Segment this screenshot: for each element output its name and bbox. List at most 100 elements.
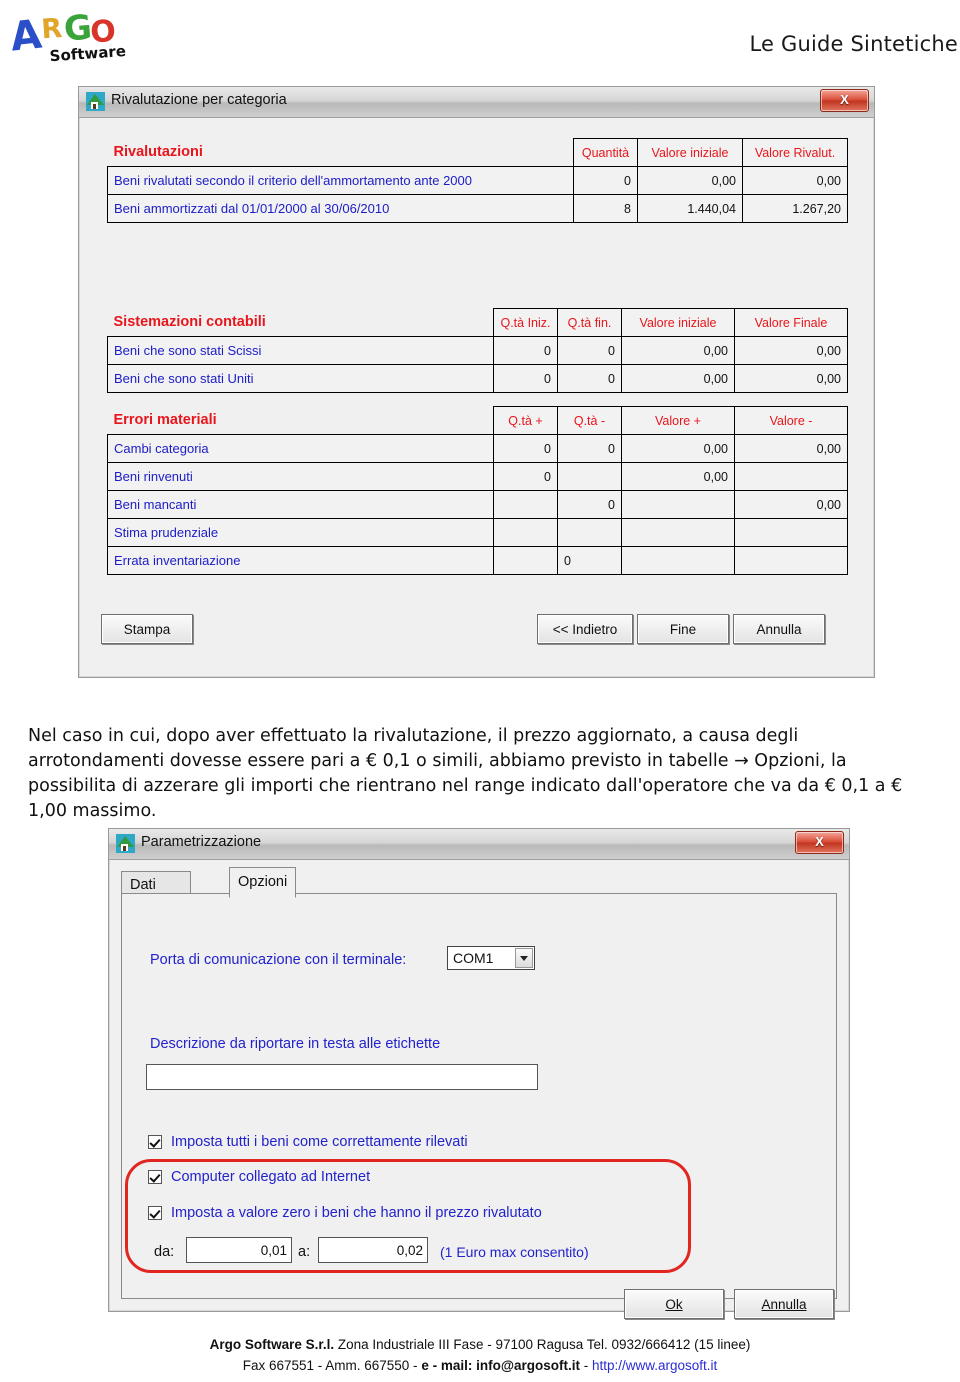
footer-url[interactable]: http://www.argosoft.it	[592, 1358, 717, 1373]
column-header: Q.tà fin.	[557, 308, 622, 337]
table-header-row: Errori materiali Q.tà + Q.tà - Valore + Valo…	[108, 406, 848, 435]
table-cell: 1.267,20	[742, 194, 848, 223]
row-label: Cambi categoria	[107, 434, 494, 463]
table-cell	[557, 518, 622, 547]
table-cell: 0	[557, 336, 622, 365]
checkbox-label-1: Imposta tutti i beni come correttamente …	[171, 1134, 468, 1150]
footer-dash: -	[579, 1358, 592, 1373]
footer-line-1: Argo Software S.r.l. Zona Industriale II…	[0, 1334, 960, 1355]
row-label: Beni rinvenuti	[107, 462, 494, 491]
tab-opzioni[interactable]: Opzioni	[229, 867, 297, 898]
table-cell: 0	[557, 490, 622, 519]
table-row[interactable]: Beni che sono stati Uniti 0 0 0,00 0,00	[107, 364, 848, 393]
svg-text:G: G	[62, 7, 93, 49]
column-header: Valore Rivalut.	[742, 138, 848, 167]
footer-line-2: Fax 667551 - Amm. 667550 - e - mail: inf…	[0, 1355, 960, 1376]
table-cell	[493, 546, 558, 575]
finish-button[interactable]: Fine	[637, 614, 729, 644]
footer-address: Zona Industriale III Fase - 97100 Ragusa…	[334, 1337, 751, 1352]
dialog2-body: Dati generali Opzioni Porta di comunicaz…	[109, 859, 849, 1319]
page-footer: Argo Software S.r.l. Zona Industriale II…	[0, 1334, 960, 1376]
row-label: Beni che sono stati Uniti	[107, 364, 494, 393]
table-cell: 0,00	[621, 364, 735, 393]
row-label: Stima prudenziale	[107, 518, 494, 547]
back-button[interactable]: << Indietro	[537, 614, 633, 644]
errori-materiali-table: Errori materiali Q.tà + Q.tà - Valore + Valo…	[107, 406, 848, 575]
port-select-value: COM1	[453, 950, 494, 966]
table-row[interactable]: Cambi categoria 0 0 0,00 0,00	[107, 434, 848, 463]
chevron-down-icon[interactable]	[515, 948, 533, 968]
dialog2-titlebar[interactable]: Parametrizzazione X	[109, 829, 849, 860]
footer-fax: Fax 667551 - Amm. 667550 -	[242, 1358, 422, 1373]
table-cell: 0,00	[621, 336, 735, 365]
column-header: Valore -	[734, 406, 848, 435]
row-label: Beni ammortizzati dal 01/01/2000 al 30/0…	[107, 194, 574, 223]
row-label: Errata inventariazione	[107, 546, 494, 575]
parametrizzazione-dialog: Parametrizzazione X Dati generali Opzion…	[108, 828, 850, 1319]
column-header: Q.tà Iniz.	[493, 308, 558, 337]
column-header: Valore Finale	[734, 308, 848, 337]
table-header-row: Sistemazioni contabili Q.tà Iniz. Q.tà fin…	[108, 308, 848, 337]
range-from-input[interactable]: 0,01	[186, 1237, 292, 1263]
close-icon[interactable]: X	[820, 89, 869, 112]
table-section-label: Rivalutazioni	[113, 144, 203, 161]
tab-page-opzioni: Porta di comunicazione con il terminale:…	[121, 893, 837, 1319]
table-cell	[734, 518, 848, 547]
table-row[interactable]: Beni rinvenuti 0 0,00	[107, 462, 848, 491]
cancel-button[interactable]: Annulla	[733, 614, 825, 644]
column-header: Valore +	[621, 406, 735, 435]
checkbox-computer-internet[interactable]	[148, 1170, 162, 1184]
table-cell	[493, 518, 558, 547]
range-from-label: da:	[154, 1244, 175, 1260]
table-cell: 8	[573, 194, 638, 223]
checkbox-label-3: Imposta a valore zero i beni che hanno i…	[171, 1205, 542, 1221]
checkbox-imposta-tutti-beni[interactable]	[148, 1135, 162, 1149]
range-to-input[interactable]: 0,02	[318, 1237, 428, 1263]
checkbox-label-2: Computer collegato ad Internet	[171, 1169, 371, 1185]
port-select[interactable]: COM1	[447, 946, 535, 970]
close-icon[interactable]: X	[795, 831, 844, 854]
explanatory-paragraph: Nel caso in cui, dopo aver effettuato la…	[28, 726, 903, 821]
table-row[interactable]: Beni che sono stati Scissi 0 0 0,00 0,00	[107, 336, 848, 365]
table-row[interactable]: Errata inventariazione 0	[107, 546, 848, 575]
footer-email: e - mail: info@argosoft.it	[421, 1358, 580, 1373]
range-to-label: a:	[298, 1244, 311, 1260]
svg-text:A: A	[8, 12, 44, 61]
checkbox-row-3[interactable]: Imposta a valore zero i beni che hanno i…	[148, 1205, 542, 1221]
column-header: Q.tà -	[557, 406, 622, 435]
rivalutazione-dialog: Rivalutazione per categoria X Rivalutazi…	[78, 86, 875, 678]
table-cell: 0,00	[621, 462, 735, 491]
table-cell: 0	[493, 364, 558, 393]
table-row[interactable]: Beni mancanti 0 0,00	[107, 490, 848, 519]
ok-button[interactable]: Ok	[624, 1289, 724, 1319]
table-cell	[557, 462, 622, 491]
table-cell: 0,00	[621, 434, 735, 463]
app-house-icon	[116, 834, 135, 853]
table-cell	[734, 546, 848, 575]
description-input[interactable]	[146, 1064, 538, 1090]
table-cell: 0	[493, 336, 558, 365]
checkbox-row-2[interactable]: Computer collegato ad Internet	[148, 1169, 370, 1185]
table-row[interactable]: Beni ammortizzati dal 01/01/2000 al 30/0…	[107, 194, 848, 223]
print-button[interactable]: Stampa	[101, 614, 193, 644]
column-header: Valore iniziale	[621, 308, 735, 337]
table-cell	[621, 490, 735, 519]
sistemazioni-contabili-table: Sistemazioni contabili Q.tà Iniz. Q.tà fin…	[107, 308, 848, 393]
table-row[interactable]: Beni rivalutati secondo il criterio dell…	[107, 166, 848, 195]
table-row[interactable]: Stima prudenziale	[107, 518, 848, 547]
checkbox-row-1[interactable]: Imposta tutti i beni come correttamente …	[148, 1134, 468, 1150]
port-label: Porta di comunicazione con il terminale:	[150, 952, 407, 968]
row-label: Beni che sono stati Scissi	[107, 336, 494, 365]
dialog1-titlebar[interactable]: Rivalutazione per categoria X	[79, 87, 874, 118]
table-cell: 0	[557, 546, 622, 575]
page-header: A R G O Software Le Guide Sintetiche	[0, 0, 960, 72]
range-hint: (1 Euro max consentito)	[440, 1244, 589, 1260]
table-section-label: Errori materiali	[113, 412, 217, 429]
table-cell	[621, 546, 735, 575]
table-cell: 0,00	[734, 336, 848, 365]
table-cell: 0,00	[734, 490, 848, 519]
table-section-label: Sistemazioni contabili	[113, 314, 266, 331]
dialog2-cancel-button[interactable]: Annulla	[734, 1289, 834, 1319]
svg-text:Software: Software	[49, 42, 126, 64]
checkbox-imposta-valore-zero[interactable]	[148, 1206, 162, 1220]
